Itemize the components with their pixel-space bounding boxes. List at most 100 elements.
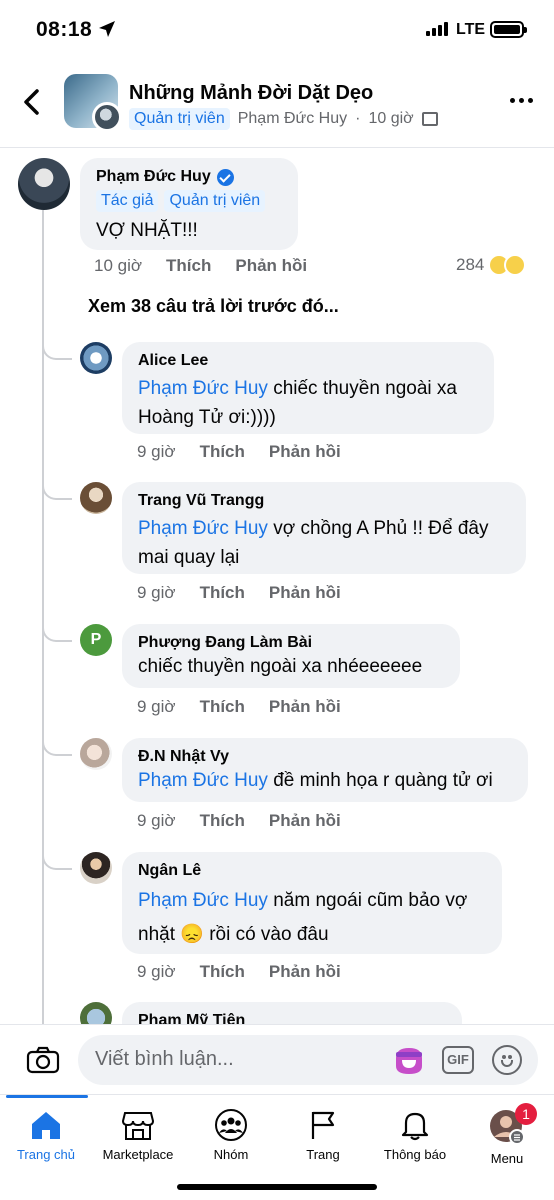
comment-time: 10 giờ	[94, 256, 143, 275]
reply-button[interactable]: Phản hồi	[269, 962, 341, 982]
like-button[interactable]: Thích	[166, 256, 211, 276]
flag-icon	[311, 1111, 335, 1139]
avatar-letter: P	[90, 631, 102, 648]
marketplace-icon	[121, 1112, 155, 1140]
meta-separator: ·	[355, 110, 361, 127]
reply-button[interactable]: Phản hồi	[269, 583, 341, 603]
reply-bubble: Alice Lee Phạm Đức Huy chiếc thuyền ngoà…	[122, 342, 494, 434]
comment-time: 9 giờ	[137, 583, 176, 602]
comment-author[interactable]: Alice Lee	[138, 352, 208, 370]
group-post-header: Những Mảnh Đời Dặt Dẹo Quản trị viên Phạ…	[0, 62, 554, 148]
comment-actions: 9 giờ Thích Phản hồi	[137, 583, 341, 603]
comment-composer: Viết bình luận... GIF	[0, 1024, 554, 1094]
comment-author[interactable]: Phạm Mỹ Tiên	[138, 1012, 245, 1024]
reply-bubble: Đ.N Nhật Vy Phạm Đức Huy đề minh họa r q…	[122, 738, 528, 802]
tab-home[interactable]: Trang chủ	[0, 1109, 94, 1162]
comment-actions: 9 giờ Thích Phản hồi	[137, 962, 341, 982]
comment-author[interactable]: Phượng Đang Làm Bài	[138, 634, 312, 652]
comment-time: 9 giờ	[137, 962, 176, 981]
reaction-summary[interactable]: 284	[456, 254, 527, 276]
comment-time: 9 giờ	[137, 442, 176, 461]
reply-button[interactable]: Phản hồi	[269, 442, 341, 462]
avatar[interactable]	[80, 482, 112, 514]
tab-groups[interactable]: Nhóm	[183, 1109, 279, 1162]
reply-bubble: Phạm Mỹ Tiên	[122, 1002, 462, 1024]
tab-label: Nhóm	[213, 1147, 249, 1162]
thread-line	[42, 210, 44, 1024]
network-type: LTE	[456, 21, 486, 38]
like-button[interactable]: Thích	[200, 811, 245, 831]
reply-bubble: Trang Vũ Trangg Phạm Đức Huy vợ chồng A …	[122, 482, 526, 574]
home-indicator	[177, 1184, 377, 1190]
status-bar: 08:18 LTE	[0, 0, 554, 62]
root-comment-bubble: Phạm Đức Huy Tác giả Quản trị viên VỢ NH…	[80, 158, 298, 250]
comment-text: VỢ NHẶT!!!	[96, 220, 198, 241]
reply-button[interactable]: Phản hồi	[269, 811, 341, 831]
home-icon	[32, 1112, 60, 1139]
tab-notifications[interactable]: Thông báo	[367, 1109, 463, 1162]
tab-pages[interactable]: Trang	[275, 1109, 371, 1162]
admin-badge: Quản trị viên	[129, 108, 230, 130]
avatar[interactable]	[80, 738, 112, 770]
group-avatar[interactable]	[64, 74, 122, 132]
avatar[interactable]: P	[80, 624, 112, 656]
back-arrow-icon[interactable]	[20, 88, 44, 116]
like-button[interactable]: Thích	[200, 697, 245, 717]
avatar[interactable]	[80, 852, 112, 884]
reaction-count: 284	[456, 255, 485, 274]
bell-icon	[401, 1112, 429, 1141]
tab-marketplace[interactable]: Marketplace	[90, 1109, 186, 1162]
author-badge: Tác giả	[96, 190, 159, 212]
reply-button[interactable]: Phản hồi	[269, 697, 341, 717]
admin-badge: Quản trị viên	[164, 190, 266, 212]
signal-icon	[426, 22, 448, 36]
mention-link[interactable]: Phạm Đức Huy	[138, 378, 268, 399]
groups-icon	[215, 1109, 247, 1141]
emoji-icon[interactable]	[492, 1045, 522, 1075]
comment-text: đề minh họa r quàng tử ơi	[267, 770, 493, 791]
gif-button[interactable]: GIF	[442, 1046, 474, 1074]
comment-actions: 10 giờ Thích Phản hồi	[94, 256, 307, 276]
post-author[interactable]: Phạm Đức Huy	[238, 110, 347, 128]
avatar[interactable]	[80, 1002, 112, 1024]
status-time: 08:18	[36, 18, 93, 41]
avatar[interactable]	[80, 342, 112, 374]
tab-label: Marketplace	[102, 1147, 174, 1162]
reply-button[interactable]: Phản hồi	[235, 256, 307, 276]
mention-link[interactable]: Phạm Đức Huy	[138, 770, 268, 791]
like-button[interactable]: Thích	[200, 962, 245, 982]
comment-author[interactable]: Ngân Lê	[138, 862, 201, 880]
tab-label: Menu	[490, 1151, 524, 1166]
more-options-icon[interactable]	[510, 98, 533, 103]
comment-input[interactable]: Viết bình luận... GIF	[78, 1035, 538, 1085]
comment-author[interactable]: Phạm Đức Huy	[96, 168, 211, 186]
mention-link[interactable]: Phạm Đức Huy	[138, 890, 268, 911]
camera-icon[interactable]	[26, 1046, 60, 1074]
comment-actions: 9 giờ Thích Phản hồi	[137, 442, 341, 462]
battery-icon	[490, 21, 527, 38]
comment-placeholder: Viết bình luận...	[95, 1048, 234, 1070]
comment-time: 9 giờ	[137, 811, 176, 830]
post-time: 10 giờ	[368, 110, 414, 127]
mention-link[interactable]: Phạm Đức Huy	[138, 518, 268, 539]
view-previous-replies[interactable]: Xem 38 câu trả lời trước đó...	[88, 296, 339, 317]
tab-label: Thông báo	[383, 1147, 447, 1162]
avatar-sticker-icon[interactable]	[392, 1044, 426, 1076]
reply-bubble: Phượng Đang Làm Bài chiếc thuyền ngoài x…	[122, 624, 460, 688]
comment-author[interactable]: Trang Vũ Trangg	[138, 492, 264, 510]
active-tab-indicator	[6, 1095, 88, 1098]
post-meta: Quản trị viên Phạm Đức Huy · 10 giờ	[129, 108, 438, 130]
comment-text: chiếc thuyền ngoài xa nhéeeeeee	[138, 656, 423, 677]
sad-reaction-icon	[504, 254, 527, 276]
author-mini-avatar	[92, 102, 122, 132]
comment-thread: Phạm Đức Huy Tác giả Quản trị viên VỢ NH…	[0, 148, 554, 1024]
tab-menu[interactable]: Menu	[459, 1109, 554, 1166]
like-button[interactable]: Thích	[200, 583, 245, 603]
comment-author[interactable]: Đ.N Nhật Vy	[138, 748, 229, 766]
avatar[interactable]	[18, 158, 70, 210]
group-title[interactable]: Những Mảnh Đời Dặt Dẹo	[129, 82, 373, 105]
tab-label: Trang chủ	[16, 1147, 76, 1162]
comment-actions: 9 giờ Thích Phản hồi	[137, 811, 341, 831]
location-arrow-icon	[99, 21, 115, 37]
like-button[interactable]: Thích	[200, 442, 245, 462]
